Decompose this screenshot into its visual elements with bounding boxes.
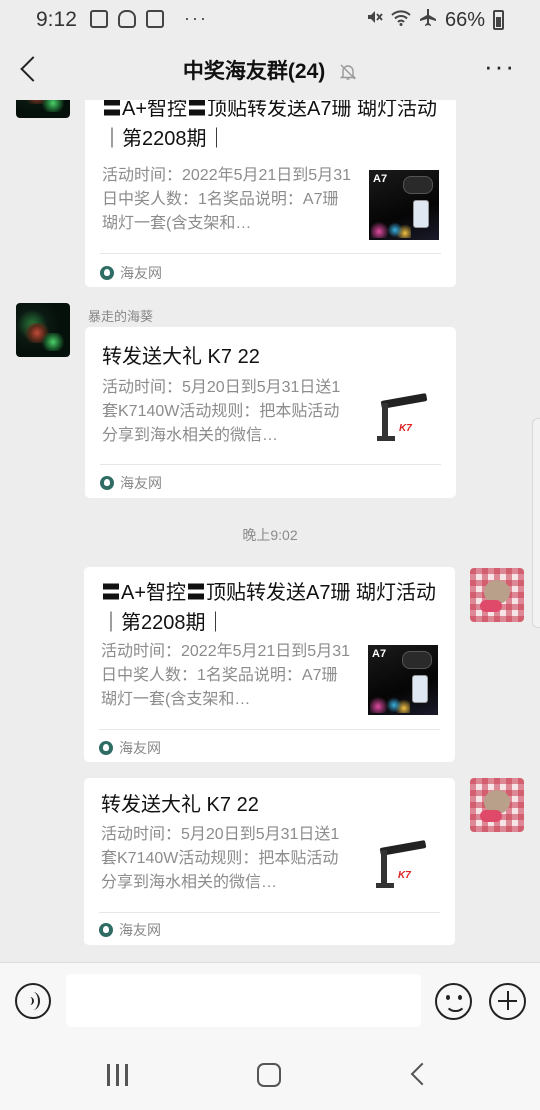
thumbnail-label: A7 <box>373 173 388 185</box>
time-divider: 晚上9:02 <box>242 527 298 543</box>
recent-apps-button[interactable] <box>105 1064 131 1086</box>
card-source-name: 海友网 <box>119 740 161 756</box>
more-actions-button[interactable] <box>489 983 526 1020</box>
coral-lamp-image <box>403 176 433 194</box>
source-app-icon <box>99 741 113 755</box>
source-app-icon <box>100 476 114 490</box>
lamp-post-image <box>382 403 388 439</box>
chat-title-wrap: 中奖海友群(24) <box>0 55 540 85</box>
battery-percent: 66% <box>444 8 485 31</box>
side-panel-handle[interactable] <box>532 418 540 628</box>
card-thumbnail: K7 <box>369 381 439 451</box>
message-list[interactable]: 〓A+智控〓顶贴转发送A7珊 瑚灯活动｜第2208期｜ 活动时间：2022年5月… <box>0 100 540 962</box>
home-button[interactable] <box>257 1063 281 1087</box>
card-source: 海友网 <box>99 738 161 758</box>
card-source-name: 海友网 <box>120 265 162 281</box>
card-source: 海友网 <box>100 263 162 283</box>
card-title: 〓A+智控〓顶贴转发送A7珊 瑚灯活动｜第2208期｜ <box>101 582 437 634</box>
lamp-post-image <box>381 850 387 886</box>
card-description: 活动时间：2022年5月21日到5月31日中奖人数：1名奖品说明：A7珊瑚灯一套… <box>102 167 351 232</box>
card-thumbnail: A7 <box>369 170 439 240</box>
sender-name: 暴走的海葵 <box>88 309 154 324</box>
emoji-button[interactable] <box>435 983 472 1020</box>
reef-image <box>371 222 411 238</box>
chat-header: 中奖海友群(24) ··· <box>0 38 540 100</box>
card-divider <box>99 729 440 730</box>
link-card[interactable]: 〓A+智控〓顶贴转发送A7珊 瑚灯活动｜第2208期｜ 活动时间：2022年5月… <box>85 100 456 287</box>
link-card[interactable]: 转发送大礼 K7 22 活动时间：5月20日到5月31日送1套K7140W活动规… <box>85 327 456 498</box>
source-app-icon <box>99 923 113 937</box>
card-title: 〓A+智控〓顶贴转发送A7珊 瑚灯活动｜第2208期｜ <box>102 100 438 150</box>
mute-notifications-icon <box>339 63 357 81</box>
lamp-base-image <box>376 883 394 888</box>
more-options-button[interactable]: ··· <box>482 53 518 84</box>
avatar[interactable] <box>16 100 70 118</box>
system-nav-bar <box>0 1040 540 1110</box>
phone-image <box>412 675 428 703</box>
card-divider <box>99 912 440 913</box>
gallery-icon <box>90 9 108 28</box>
card-description: 活动时间：2022年5月21日到5月31日中奖人数：1名奖品说明：A7珊瑚灯一套… <box>101 643 350 708</box>
link-card[interactable]: 〓A+智控〓顶贴转发送A7珊 瑚灯活动｜第2208期｜ 活动时间：2022年5月… <box>84 567 455 762</box>
coral-lamp-image <box>402 651 432 669</box>
input-bar <box>0 962 540 1040</box>
card-divider <box>100 253 441 254</box>
card-description: 活动时间：5月20日到5月31日送1套K7140W活动规则：把本贴活动分享到海水… <box>101 826 340 891</box>
airplane-icon <box>419 8 437 32</box>
status-notification-icons: ··· <box>90 8 208 29</box>
avatar[interactable] <box>470 778 524 832</box>
lamp-base-image <box>377 436 395 441</box>
status-time: 9:12 <box>36 8 77 31</box>
voice-input-button[interactable] <box>15 983 51 1019</box>
thumbnail-label: A7 <box>372 648 387 660</box>
avatar[interactable] <box>470 568 524 622</box>
status-more-icon: ··· <box>184 8 208 28</box>
link-card[interactable]: 转发送大礼 K7 22 活动时间：5月20日到5月31日送1套K7140W活动规… <box>84 778 455 945</box>
card-thumbnail: A7 <box>368 645 438 715</box>
battery-icon <box>493 10 504 30</box>
card-divider <box>100 464 441 465</box>
wifi-icon <box>391 9 411 32</box>
card-source: 海友网 <box>99 920 161 940</box>
mute-icon <box>365 8 383 32</box>
status-system-icons: 66% <box>365 8 504 32</box>
d-icon <box>146 9 164 28</box>
thumbnail-label: K7 <box>399 423 412 434</box>
card-description: 活动时间：5月20日到5月31日送1套K7140W活动规则：把本贴活动分享到海水… <box>102 379 341 444</box>
thumbnail-label: K7 <box>398 870 411 881</box>
card-source-name: 海友网 <box>119 922 161 938</box>
avatar[interactable] <box>16 303 70 357</box>
card-title: 转发送大礼 K7 22 <box>101 794 259 816</box>
card-source-name: 海友网 <box>120 475 162 491</box>
system-back-button[interactable] <box>410 1062 434 1086</box>
card-title: 转发送大礼 K7 22 <box>102 346 260 368</box>
cloud-icon <box>118 9 136 28</box>
reef-image <box>370 697 410 713</box>
chat-title: 中奖海友群(24) <box>182 60 326 83</box>
source-app-icon <box>100 266 114 280</box>
card-source: 海友网 <box>100 473 162 493</box>
card-thumbnail: K7 <box>368 828 438 898</box>
status-bar: 9:12 ··· 66% <box>0 0 540 38</box>
phone-image <box>413 200 429 228</box>
message-input[interactable] <box>66 974 421 1027</box>
